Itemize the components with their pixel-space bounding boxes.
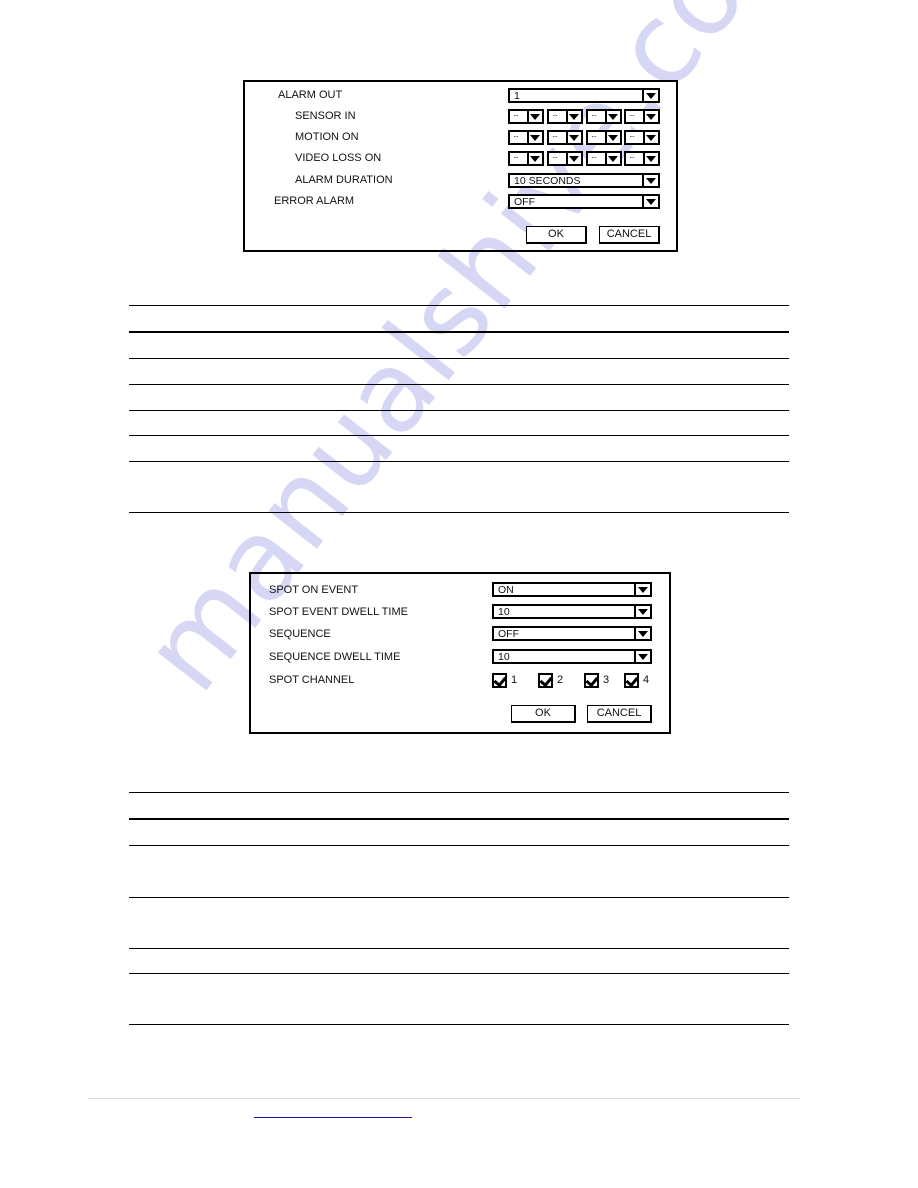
table-rule [129, 792, 789, 793]
table-rule [129, 305, 789, 306]
footer-divider [88, 1098, 800, 1099]
spot-out-dialog [249, 572, 671, 734]
table-row [129, 973, 789, 974]
table-row [129, 358, 789, 359]
table-row [129, 1024, 789, 1025]
table-row [129, 435, 789, 436]
table-row [129, 410, 789, 411]
footer-link[interactable] [254, 1104, 412, 1118]
table-header-rule [129, 331, 789, 333]
table-row [129, 948, 789, 949]
table-row [129, 384, 789, 385]
table-row [129, 897, 789, 898]
table-row [129, 845, 789, 846]
alarm-out-dialog [243, 80, 678, 252]
table-row [129, 512, 789, 513]
table-row [129, 461, 789, 462]
table-header-rule [129, 818, 789, 820]
